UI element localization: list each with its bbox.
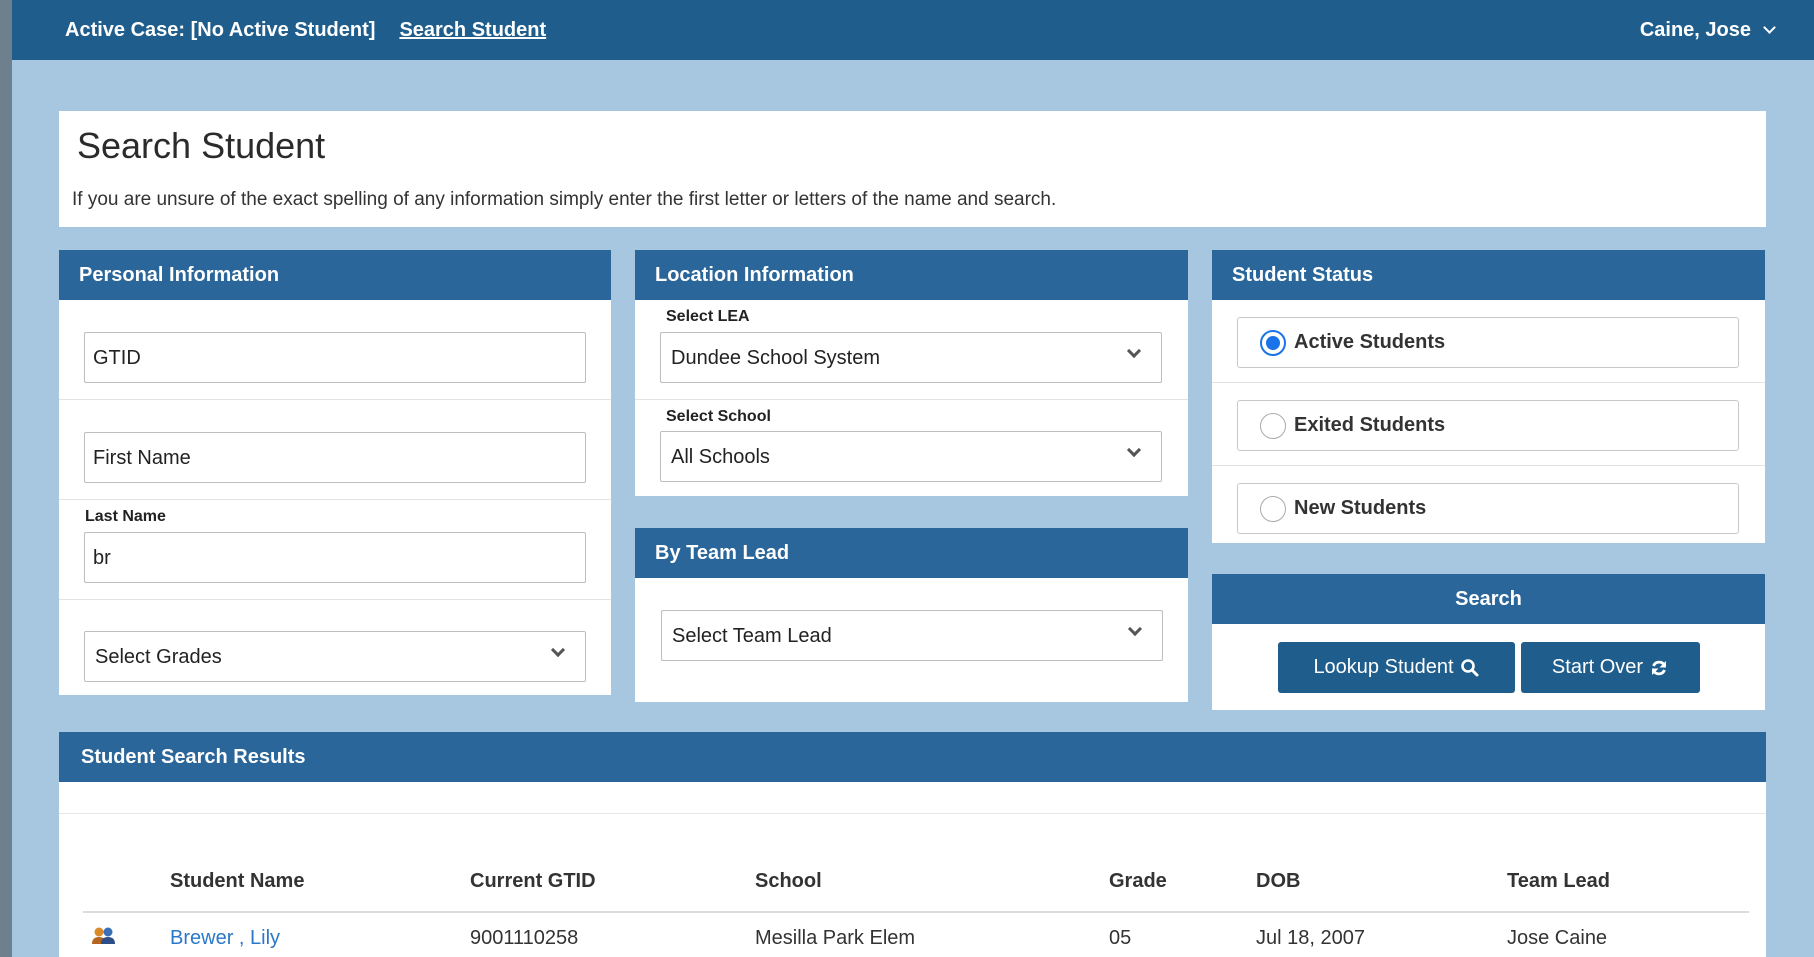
lookup-student-button[interactable]: Lookup Student xyxy=(1278,642,1515,693)
grades-row: Select Grades xyxy=(59,600,611,695)
chevron-down-icon xyxy=(1763,21,1776,34)
search-icon xyxy=(1460,658,1479,676)
results-header-row: Student Name Current GTID School Grade D… xyxy=(83,852,1749,913)
top-bar: Active Case: [No Active Student] Search … xyxy=(12,0,1814,60)
school-label: Select School xyxy=(666,408,771,425)
team-lead-panel: By Team Lead Select Team Lead xyxy=(635,528,1188,702)
start-over-label: Start Over xyxy=(1551,656,1644,678)
last-name-label: Last Name xyxy=(85,508,166,525)
school-select[interactable]: All Schools xyxy=(660,431,1162,482)
search-hint: If you are unsure of the exact spelling … xyxy=(72,189,1057,210)
school-select-value: All Schools xyxy=(671,446,770,468)
team-lead-select-value: Select Team Lead xyxy=(672,625,832,647)
team-lead-title: By Team Lead xyxy=(635,528,1188,578)
column-header[interactable]: Current GTID xyxy=(470,852,755,913)
column-header[interactable]: Team Lead xyxy=(1507,852,1749,913)
chevron-down-icon xyxy=(1126,442,1142,458)
radio-selected-icon xyxy=(1260,329,1286,356)
location-info-panel: Location Information Select LEA Dundee S… xyxy=(635,250,1188,496)
radio-unselected-icon xyxy=(1260,412,1286,439)
results-table: Student Name Current GTID School Grade D… xyxy=(83,852,1749,957)
student-status-panel: Student Status Active Students Exited St… xyxy=(1212,250,1765,543)
status-option-label: Exited Students xyxy=(1294,414,1446,436)
gtid-input[interactable]: GTID xyxy=(84,332,586,383)
first-name-input[interactable]: First Name xyxy=(84,432,586,483)
user-name: Caine, Jose xyxy=(1639,18,1751,41)
student-icon-cell xyxy=(83,912,170,957)
refresh-icon xyxy=(1652,660,1667,675)
results-divider xyxy=(59,813,1766,814)
search-panel-title: Search xyxy=(1212,574,1765,624)
search-student-link[interactable]: Search Student xyxy=(399,19,546,42)
location-info-title: Location Information xyxy=(635,250,1188,300)
status-option-active-row: Active Students xyxy=(1212,300,1765,383)
grades-select-value: Select Grades xyxy=(95,646,222,668)
last-name-input[interactable]: br xyxy=(84,532,586,583)
column-header[interactable]: Grade xyxy=(1109,852,1256,913)
table-row: Brewer , Lily 9001110258 Mesilla Park El… xyxy=(83,912,1749,957)
column-header[interactable]: DOB xyxy=(1256,852,1507,913)
chevron-down-icon xyxy=(1127,621,1143,637)
user-menu[interactable]: Caine, Jose xyxy=(1639,18,1776,42)
status-option-new-row: New Students xyxy=(1212,466,1765,549)
search-results-title: Student Search Results xyxy=(59,732,1766,782)
student-status-title: Student Status xyxy=(1212,250,1765,300)
window-edge xyxy=(0,0,12,957)
personal-info-panel: Personal Information GTID First Name Las… xyxy=(59,250,611,695)
gtid-row: GTID xyxy=(59,300,611,400)
chevron-down-icon xyxy=(550,642,566,658)
school-cell: Mesilla Park Elem xyxy=(755,927,916,949)
chevron-down-icon xyxy=(1126,343,1142,359)
last-name-row: Last Name br xyxy=(59,500,611,600)
lea-select-value: Dundee School System xyxy=(671,347,881,369)
lea-select[interactable]: Dundee School System xyxy=(660,332,1162,383)
search-header-card: Search Student If you are unsure of the … xyxy=(59,111,1766,227)
radio-unselected-icon xyxy=(1260,495,1286,522)
status-option-label: New Students xyxy=(1294,497,1427,519)
grade-cell: 05 xyxy=(1109,927,1132,949)
search-results-panel: Student Search Results Student Name Curr… xyxy=(59,732,1766,957)
team-lead-select[interactable]: Select Team Lead xyxy=(661,610,1163,661)
gtid-cell: 9001110258 xyxy=(470,927,579,949)
personal-info-title: Personal Information xyxy=(59,250,611,300)
first-name-row: First Name xyxy=(59,400,611,500)
grades-select[interactable]: Select Grades xyxy=(84,631,586,682)
column-header[interactable]: Student Name xyxy=(170,852,470,913)
users-icon xyxy=(92,927,115,944)
active-case-label: Active Case: [No Active Student] xyxy=(65,18,376,41)
dob-cell: Jul 18, 2007 xyxy=(1256,927,1365,949)
status-option-exited[interactable]: Exited Students xyxy=(1237,400,1739,451)
column-header[interactable]: School xyxy=(755,852,1109,913)
page-title: Search Student xyxy=(77,125,326,166)
student-name-cell: Brewer , Lily xyxy=(170,912,470,957)
student-name-link[interactable]: Brewer , Lily xyxy=(170,927,280,949)
status-option-label: Active Students xyxy=(1294,331,1446,353)
lea-row: Select LEA Dundee School System xyxy=(635,300,1188,400)
start-over-button[interactable]: Start Over xyxy=(1521,642,1700,693)
school-row: Select School All Schools xyxy=(635,400,1188,495)
status-option-exited-row: Exited Students xyxy=(1212,383,1765,466)
status-option-active[interactable]: Active Students xyxy=(1237,317,1739,368)
search-panel: Search Lookup Student Start Over xyxy=(1212,574,1765,710)
team-lead-cell: Jose Caine xyxy=(1507,927,1608,949)
icon-column-header xyxy=(83,852,170,913)
lea-label: Select LEA xyxy=(666,308,750,325)
status-option-new[interactable]: New Students xyxy=(1237,483,1739,534)
lookup-student-label: Lookup Student xyxy=(1313,656,1454,678)
